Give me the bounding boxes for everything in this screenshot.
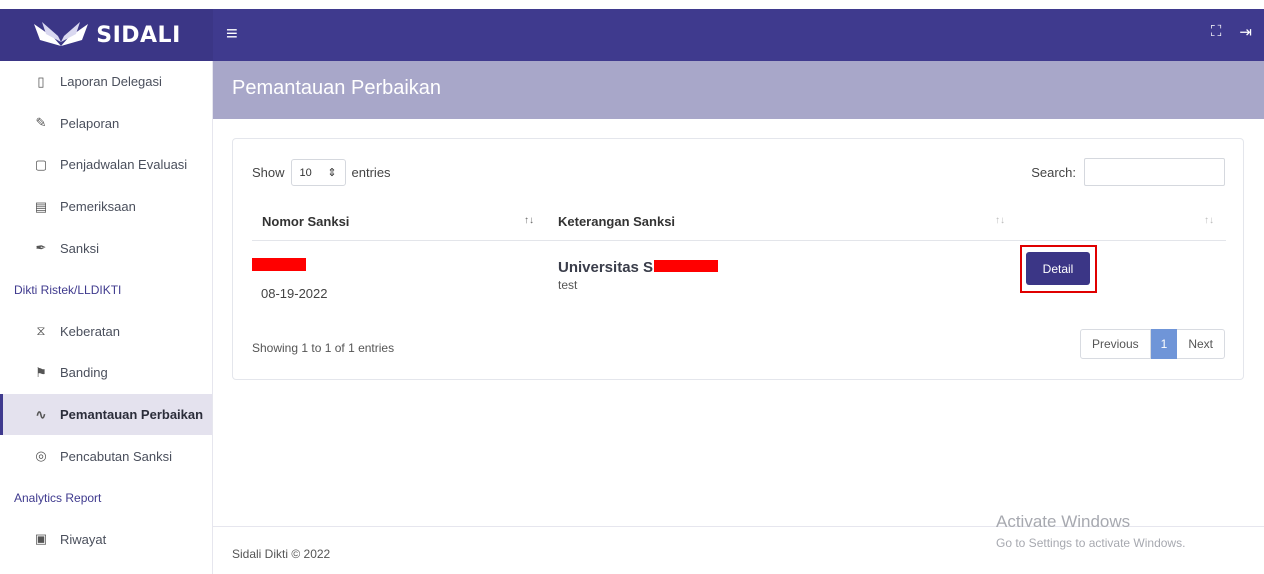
sidebar-item-label: Sanksi <box>60 240 100 256</box>
sidebar-item-label: Pencabutan Sanksi <box>60 448 173 464</box>
book-icon: ▯ <box>37 73 45 89</box>
sidebar-item-pemantauan-perbaikan[interactable]: ∿ Pemantauan Perbaikan <box>0 393 212 436</box>
menu-toggle-icon[interactable]: ≡ <box>226 21 248 47</box>
wrench-icon: ✒ <box>35 240 47 256</box>
sidebar: ▯ Laporan Delegasi ✎ Pelaporan ▢ Penjadw… <box>0 61 213 574</box>
logo[interactable]: SIDALI <box>0 9 213 61</box>
sort-asc-icon[interactable]: ↑↓ <box>524 215 534 226</box>
redacted-nomor-sanksi <box>252 258 306 271</box>
top-crop-strip <box>0 0 1264 9</box>
trend-icon: ∿ <box>35 406 47 422</box>
sort-icon[interactable]: ↑↓ <box>1204 215 1214 226</box>
calendar-icon: ▢ <box>34 156 48 172</box>
pagination-page-1[interactable]: 1 <box>1150 329 1178 359</box>
sort-updown-icon: ⇕ <box>327 167 337 179</box>
sidebar-item-laporan-delegasi[interactable]: ▯ Laporan Delegasi <box>0 61 212 103</box>
search-label: Search: <box>1031 164 1076 180</box>
entries-select[interactable]: 10 ⇕ <box>290 159 346 186</box>
footer-copyright: Sidali Dikti © 2022 <box>232 547 331 561</box>
sidebar-item-label: Pemantauan Perbaikan <box>60 407 204 423</box>
sidebar-section-dikti: Dikti Ristek/LLDIKTI <box>14 282 122 297</box>
shield-icon: ◎ <box>35 448 47 464</box>
entries-length-control: Show 10 ⇕ entries <box>252 159 391 186</box>
sidebar-item-label: Pelaporan <box>60 115 120 131</box>
signpost-icon: ⚑ <box>35 364 47 380</box>
fullscreen-icon[interactable]: ⛶ <box>1211 23 1222 41</box>
history-icon: ▣ <box>34 531 48 547</box>
page-header: Pemantauan Perbaikan <box>213 61 1264 119</box>
edit-icon: ✎ <box>35 115 47 131</box>
keterangan-text: test <box>558 278 578 292</box>
logo-text: SIDALI <box>96 22 181 48</box>
pagination: Previous 1 Next <box>1079 329 1225 359</box>
entries-value: 10 <box>299 166 312 179</box>
column-header-keterangan-sanksi[interactable]: Keterangan Sanksi <box>558 214 675 229</box>
entries-label: entries <box>351 165 391 180</box>
sidebar-item-riwayat[interactable]: ▣ Riwayat <box>0 519 212 561</box>
page-title: Pemantauan Perbaikan <box>232 77 442 99</box>
reader-icon: ▤ <box>34 198 48 214</box>
table-header: Nomor Sanksi ↑↓ Keterangan Sanksi ↑↓ ↑↓ <box>252 207 1226 241</box>
sidebar-item-pemeriksaan[interactable]: ▤ Pemeriksaan <box>0 186 212 228</box>
sidebar-item-label: Riwayat <box>60 531 107 547</box>
search-control: Search: <box>1031 158 1225 186</box>
table-info: Showing 1 to 1 of 1 entries <box>252 341 395 355</box>
sanksi-date: 08-19-2022 <box>261 286 328 301</box>
sidebar-item-pencabutan-sanksi[interactable]: ◎ Pencabutan Sanksi <box>0 435 212 477</box>
watermark-title: Activate Windows <box>996 512 1131 531</box>
pagination-previous[interactable]: Previous <box>1079 329 1151 359</box>
pagination-next[interactable]: Next <box>1177 329 1225 359</box>
sidebar-item-pelaporan[interactable]: ✎ Pelaporan <box>0 103 212 145</box>
top-navbar: SIDALI ≡ ⛶ ⇥ <box>0 9 1264 61</box>
sidebar-item-label: Pemeriksaan <box>60 199 136 215</box>
university-name: Universitas S <box>558 259 654 276</box>
sidebar-item-label: Penjadwalan Evaluasi <box>60 157 188 173</box>
book-logo-icon <box>34 22 89 46</box>
windows-activation-watermark: Activate Windows Go to Settings to activ… <box>996 512 1185 550</box>
sidebar-item-sanksi[interactable]: ✒ Sanksi <box>0 227 212 269</box>
logout-icon[interactable]: ⇥ <box>1239 23 1252 41</box>
hourglass-icon: ⧖ <box>36 323 46 339</box>
sidebar-item-banding[interactable]: ⚑ Banding <box>0 352 212 394</box>
sidebar-item-label: Banding <box>60 365 108 381</box>
sort-icon[interactable]: ↑↓ <box>995 215 1005 226</box>
table-row: 08-19-2022 Universitas S test Detail <box>252 242 1226 306</box>
search-input[interactable] <box>1084 158 1225 186</box>
sidebar-item-label: Laporan Delegasi <box>60 74 162 90</box>
sidebar-section-analytics: Analytics Report <box>14 490 102 505</box>
redacted-university-name <box>654 260 718 272</box>
data-table-card: Show 10 ⇕ entries Search: Nomor Sanksi ↑… <box>232 138 1244 380</box>
column-header-nomor-sanksi[interactable]: Nomor Sanksi <box>262 214 349 229</box>
watermark-subtitle: Go to Settings to activate Windows. <box>996 536 1186 550</box>
detail-button[interactable]: Detail <box>1026 252 1090 285</box>
sidebar-item-label: Keberatan <box>60 323 120 339</box>
sidebar-item-keberatan[interactable]: ⧖ Keberatan <box>0 311 212 353</box>
show-label: Show <box>252 165 285 180</box>
sidebar-item-penjadwalan-evaluasi[interactable]: ▢ Penjadwalan Evaluasi <box>0 144 212 186</box>
